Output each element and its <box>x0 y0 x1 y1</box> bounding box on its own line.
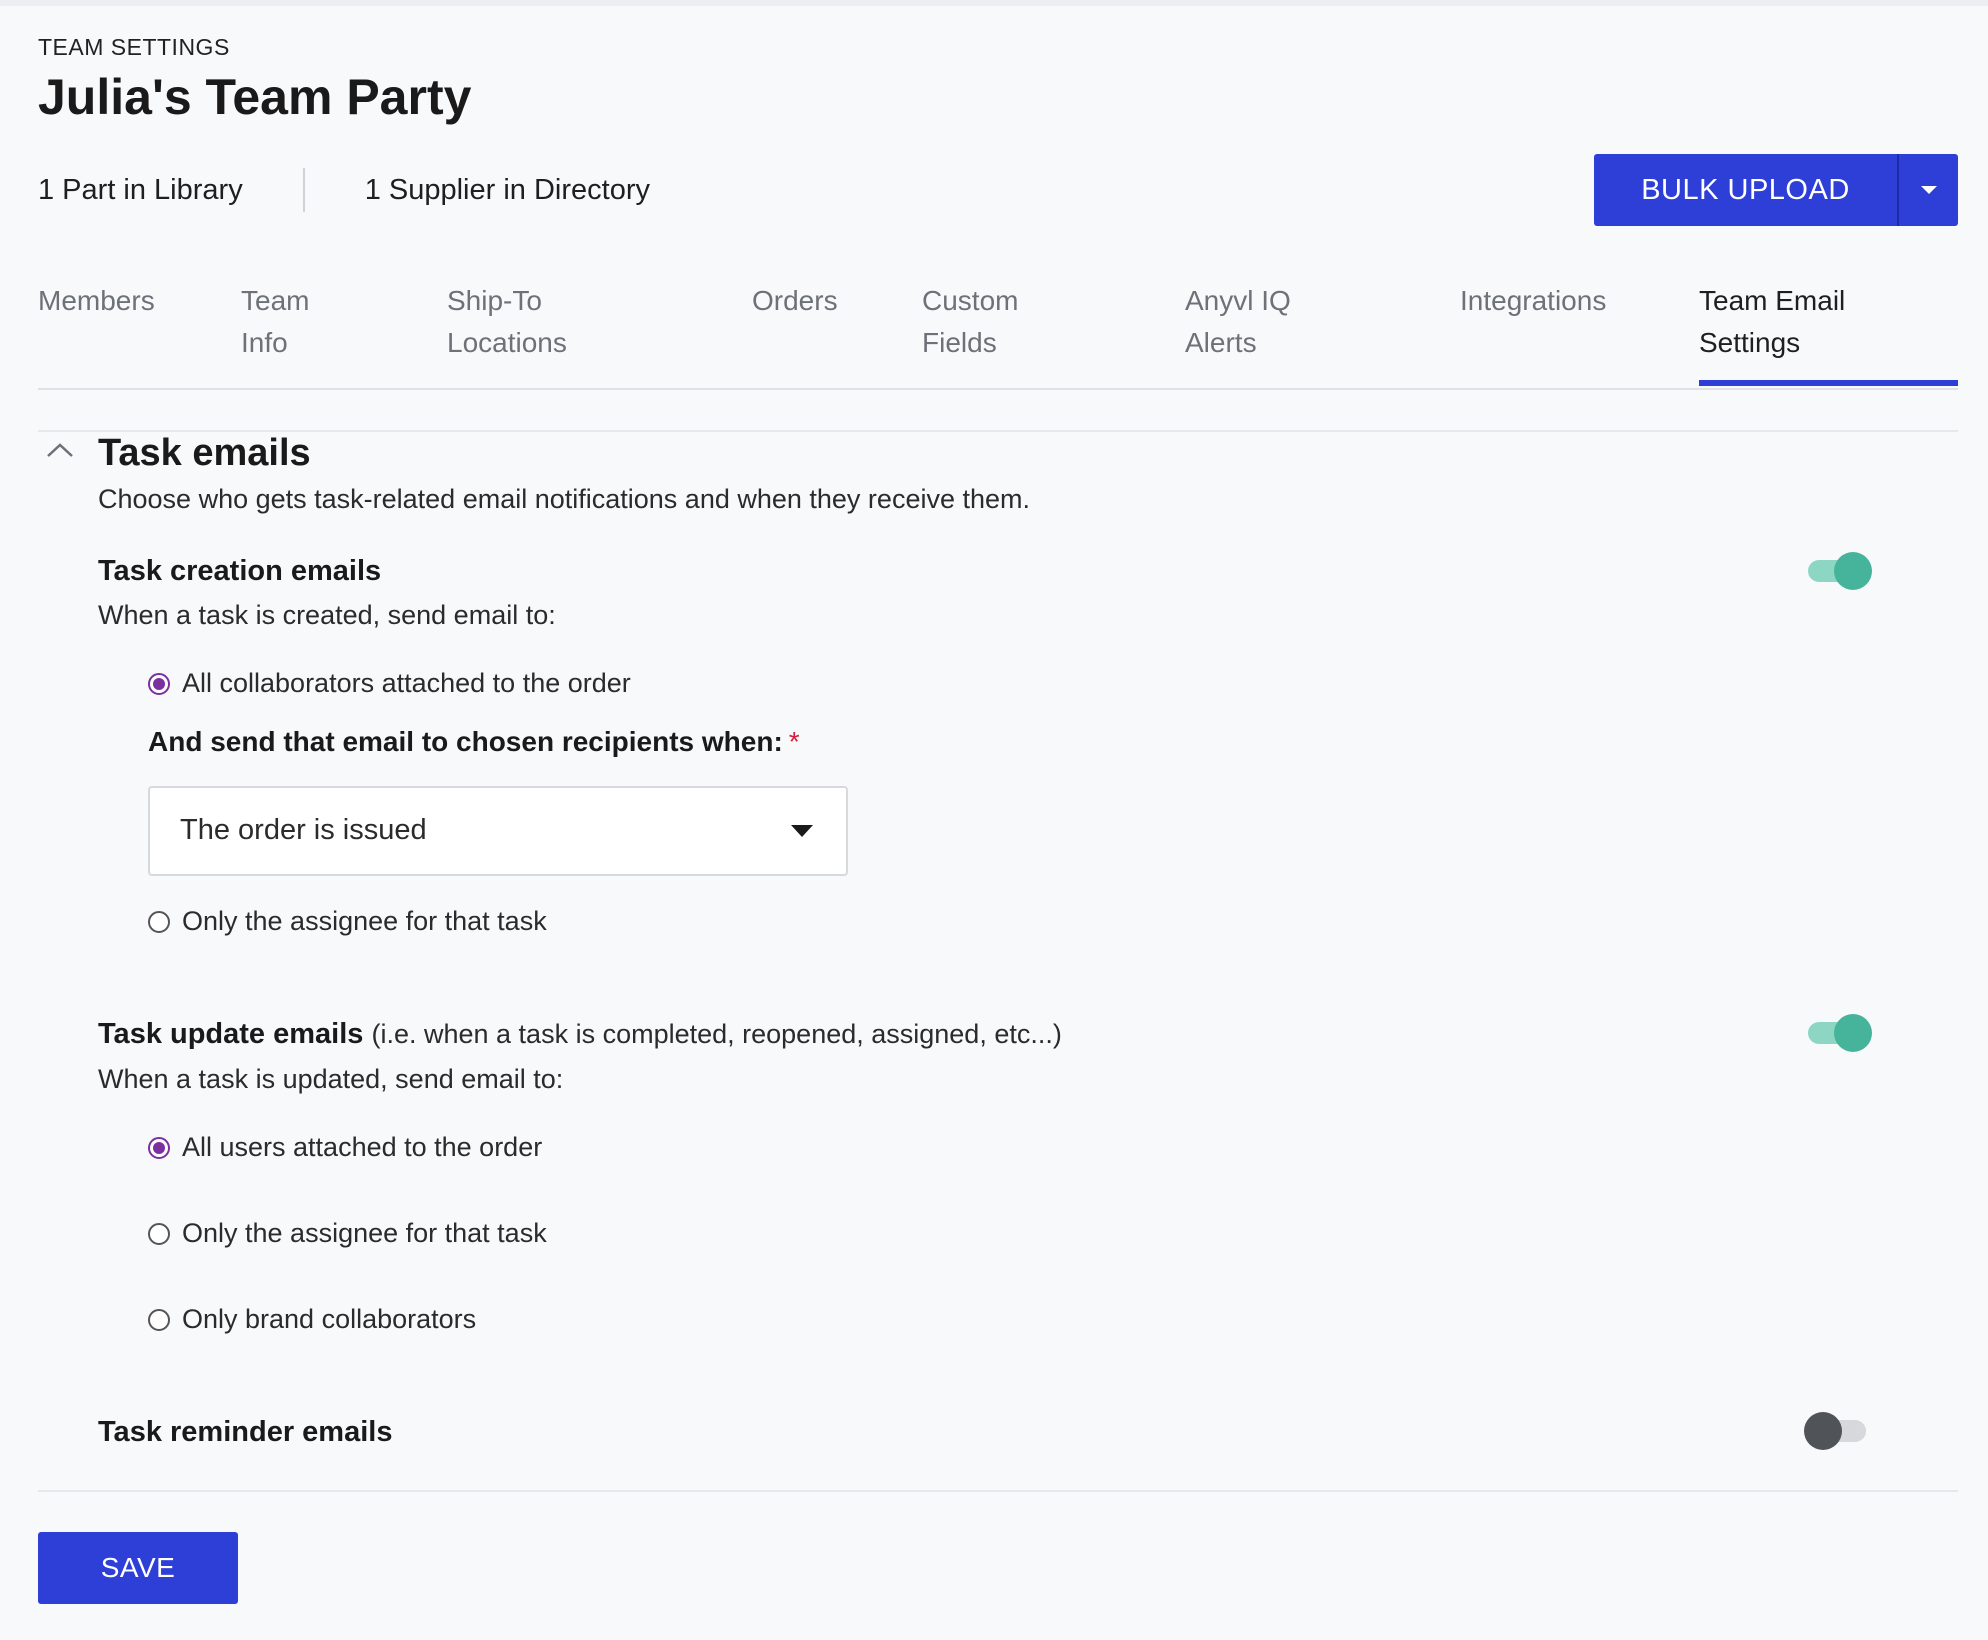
tab-members[interactable]: Members <box>38 280 155 322</box>
radio-label: All users attached to the order <box>182 1132 543 1162</box>
radio-selected-icon <box>148 672 170 695</box>
radio-label: All collaborators attached to the order <box>182 668 631 698</box>
tab-ship-to-locations[interactable]: Ship-To Locations <box>447 280 567 364</box>
update-option-brand-collaborators[interactable]: Only brand collaborators <box>148 1304 476 1335</box>
section-divider <box>38 430 1958 432</box>
chevron-up-icon <box>47 443 73 457</box>
page-title: Julia's Team Party <box>38 69 472 125</box>
caret-down-icon <box>791 825 813 837</box>
team-stats: 1 Part in Library 1 Supplier in Director… <box>38 168 710 212</box>
tab-label: Anyvl IQ <box>1185 285 1291 316</box>
toggle-knob <box>1834 552 1872 590</box>
parts-count-link[interactable]: 1 Part in Library <box>38 174 303 207</box>
required-asterisk: * <box>788 726 800 757</box>
radio-unselected-icon <box>148 910 170 933</box>
task-update-title-text: Task update emails <box>98 1018 364 1050</box>
tab-label: Info <box>241 327 288 358</box>
tab-label: Alerts <box>1185 327 1257 358</box>
page-eyebrow: TEAM SETTINGS <box>38 34 230 60</box>
task-update-subtitle: When a task is updated, send email to: <box>98 1064 564 1094</box>
creation-option-assignee[interactable]: Only the assignee for that task <box>148 906 547 937</box>
task-update-title-note: (i.e. when a task is completed, reopened… <box>371 1019 1062 1049</box>
radio-unselected-icon <box>148 1308 170 1331</box>
tab-custom-fields[interactable]: Custom Fields <box>922 280 1018 364</box>
tab-label: Ship-To <box>447 285 542 316</box>
task-reminder-title: Task reminder emails <box>98 1416 393 1448</box>
radio-unselected-icon <box>148 1222 170 1245</box>
radio-label: Only the assignee for that task <box>182 906 547 936</box>
tab-label: Team Email <box>1699 285 1846 316</box>
toggle-knob <box>1804 1412 1842 1450</box>
task-reminder-toggle[interactable] <box>1804 1410 1870 1450</box>
top-divider <box>0 0 1988 6</box>
task-creation-subtitle: When a task is created, send email to: <box>98 600 556 630</box>
suppliers-count-link[interactable]: 1 Supplier in Directory <box>365 174 710 207</box>
send-when-select[interactable]: The order is issued <box>148 786 848 876</box>
tab-team-info[interactable]: Team Info <box>241 280 309 364</box>
creation-option-all-collaborators[interactable]: All collaborators attached to the order <box>148 668 631 699</box>
tab-team-email-settings[interactable]: Team Email Settings <box>1699 280 1959 386</box>
radio-label: Only the assignee for that task <box>182 1218 547 1248</box>
send-when-text: And send that email to chosen recipients… <box>148 726 783 757</box>
radio-label: Only brand collaborators <box>182 1304 477 1334</box>
update-option-all-users[interactable]: All users attached to the order <box>148 1132 542 1163</box>
tab-integrations[interactable]: Integrations <box>1460 280 1606 322</box>
tab-label: Integrations <box>1460 285 1607 316</box>
task-creation-title: Task creation emails <box>98 555 382 587</box>
section-description: Choose who gets task-related email notif… <box>98 484 1031 514</box>
toggle-knob <box>1834 1014 1872 1052</box>
task-update-title: Task update emails (i.e. when a task is … <box>98 1018 1062 1051</box>
tab-label: Locations <box>447 327 567 358</box>
send-when-label: And send that email to chosen recipients… <box>148 726 800 758</box>
stats-divider <box>302 168 305 212</box>
save-button[interactable]: SAVE <box>38 1532 238 1604</box>
tab-label: Orders <box>752 285 838 316</box>
tab-label: Members <box>38 285 155 316</box>
bulk-upload-button[interactable]: BULK UPLOAD <box>1594 154 1897 226</box>
footer-divider <box>38 1490 1958 1492</box>
update-option-assignee[interactable]: Only the assignee for that task <box>148 1218 547 1249</box>
tab-anyvl-iq-alerts[interactable]: Anyvl IQ Alerts <box>1185 280 1291 364</box>
select-value: The order is issued <box>180 814 427 846</box>
chevron-down-icon <box>1920 186 1937 194</box>
tab-label: Team <box>241 285 310 316</box>
bulk-upload-split-button: BULK UPLOAD <box>1594 154 1958 226</box>
collapse-section-button[interactable] <box>44 440 76 464</box>
tab-label: Custom <box>922 285 1019 316</box>
task-update-toggle[interactable] <box>1806 1012 1872 1052</box>
tab-label: Fields <box>922 327 997 358</box>
task-creation-toggle[interactable] <box>1806 550 1872 590</box>
settings-tabs: Members Team Info Ship-To Locations Orde… <box>38 280 1959 390</box>
radio-selected-icon <box>148 1136 170 1159</box>
tab-label: Settings <box>1699 327 1801 358</box>
bulk-upload-menu-button[interactable] <box>1899 154 1958 226</box>
tab-orders[interactable]: Orders <box>752 280 838 322</box>
section-title: Task emails <box>98 432 311 474</box>
